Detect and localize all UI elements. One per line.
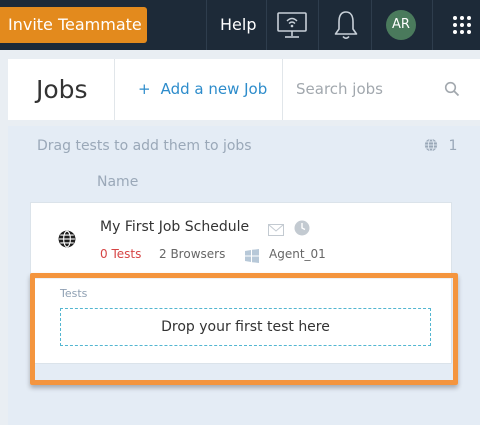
nav-divider — [432, 0, 433, 50]
help-link[interactable]: Help — [220, 0, 256, 50]
job-count: 1 — [448, 138, 458, 154]
plus-icon: + — [138, 80, 151, 98]
nav-divider — [206, 0, 207, 50]
email-notification-icon[interactable] — [268, 221, 284, 240]
page-title: Jobs — [36, 75, 88, 104]
app-grid-icon[interactable] — [452, 15, 472, 39]
agent-name: Agent_01 — [269, 247, 326, 261]
header-divider — [282, 59, 283, 120]
nav-divider — [318, 0, 319, 50]
nav-divider — [371, 0, 372, 50]
add-job-button[interactable]: + Add a new Job — [138, 59, 267, 120]
user-avatar[interactable]: AR — [386, 10, 416, 40]
job-count-indicator: 1 — [424, 138, 457, 154]
header-divider — [114, 59, 115, 120]
job-name[interactable]: My First Job Schedule — [100, 219, 249, 235]
globe-icon — [424, 138, 442, 154]
search-icon[interactable] — [444, 81, 460, 101]
browsers-count: 2 Browsers — [159, 247, 226, 261]
notification-bell-icon[interactable] — [332, 9, 360, 45]
invite-teammate-button[interactable]: Invite Teammate — [0, 7, 147, 43]
schedule-clock-icon[interactable] — [294, 220, 310, 240]
windows-icon — [245, 248, 259, 267]
highlight-outline — [30, 273, 458, 385]
top-nav-bar: Invite Teammate Help AR — [0, 0, 480, 50]
globe-icon — [58, 230, 76, 252]
remote-display-icon[interactable] — [276, 10, 308, 44]
search-input[interactable]: Search jobs — [296, 59, 383, 120]
page-header: Jobs + Add a new Job Search jobs — [8, 59, 480, 120]
name-column-header[interactable]: Name — [97, 174, 138, 190]
tests-count: 0 Tests — [100, 247, 142, 261]
add-job-label: Add a new Job — [160, 80, 268, 98]
nav-divider — [266, 0, 267, 50]
drag-hint-text: Drag tests to add them to jobs — [37, 138, 252, 154]
